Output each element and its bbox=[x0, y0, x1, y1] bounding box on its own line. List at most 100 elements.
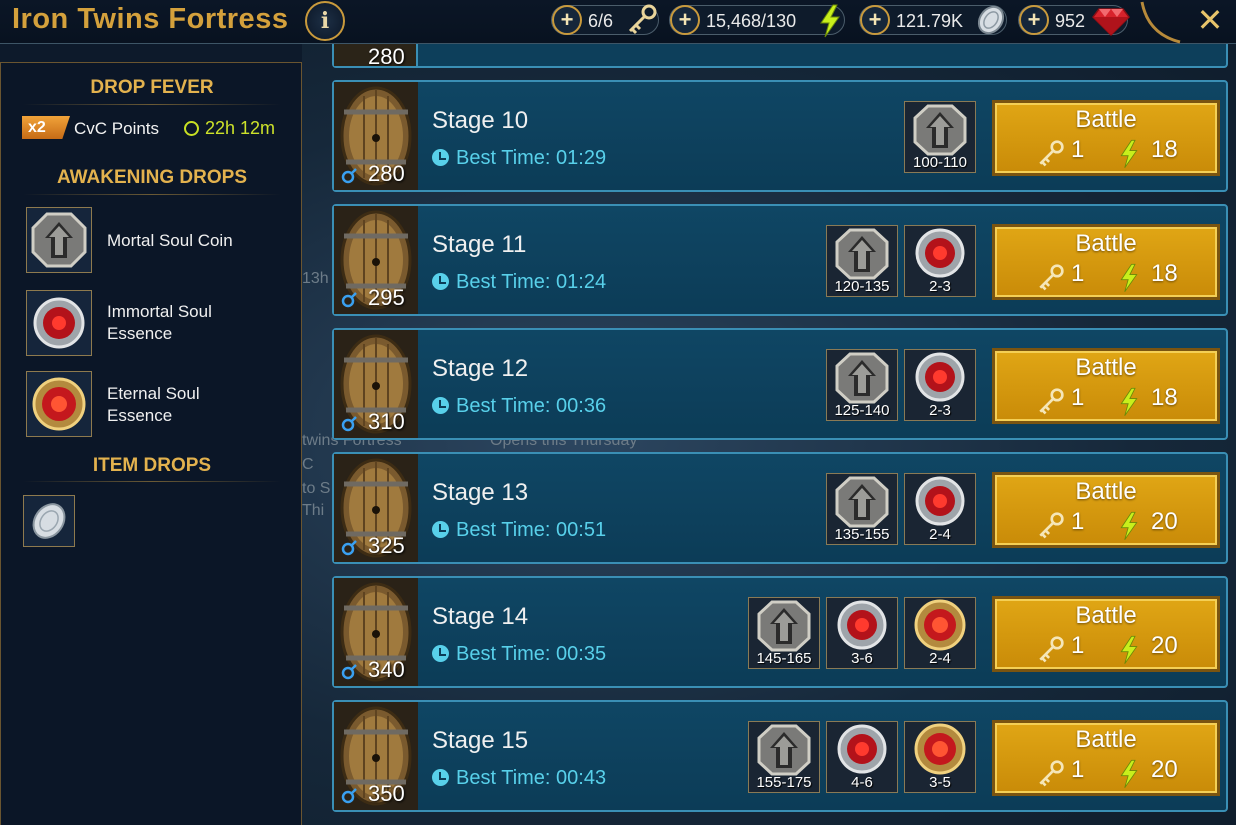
info-button[interactable]: i bbox=[305, 1, 345, 41]
boss-level: 350 bbox=[368, 781, 405, 806]
battle-label: Battle bbox=[1075, 106, 1137, 133]
drop-quantity: 2-4 bbox=[929, 650, 951, 667]
add-keys-button[interactable]: + bbox=[552, 5, 582, 35]
immortal-soul-essence-label: Immortal Soul Essence bbox=[107, 301, 212, 345]
affinity-icon bbox=[341, 788, 357, 804]
corner-ornament-icon bbox=[1140, 1, 1181, 44]
resource-keys: + 6/6 bbox=[551, 4, 659, 35]
item-frame bbox=[26, 371, 92, 437]
battle-button[interactable]: Battle 1 18 bbox=[992, 100, 1220, 176]
energy-bolt-icon bbox=[1117, 262, 1141, 299]
drop-quantity: 135-155 bbox=[834, 526, 890, 543]
mortal-soul-coin-drop[interactable]: 120-135 bbox=[826, 225, 898, 297]
immortal-soul-essence-item[interactable] bbox=[26, 290, 92, 356]
mortal-soul-coin-drop[interactable]: 100-110 bbox=[904, 101, 976, 173]
immortal-soul-essence-drop[interactable]: 4-6 bbox=[826, 721, 898, 793]
mortal-soul-coin-drop[interactable]: 145-165 bbox=[748, 597, 820, 669]
add-gems-button[interactable]: + bbox=[1019, 5, 1049, 35]
clock-icon bbox=[432, 273, 449, 290]
eternal-soul-essence-drop[interactable]: 3-5 bbox=[904, 721, 976, 793]
item-name-line: Mortal Soul Coin bbox=[107, 231, 233, 250]
stage-card: 295 Stage 11 Best Time: 01:24 120-135 2-3 Bat… bbox=[332, 204, 1228, 316]
immortal-soul-essence-drop[interactable]: 3-6 bbox=[826, 597, 898, 669]
multiplier-badge: x2 bbox=[22, 116, 70, 139]
drops-panel: DROP FEVER x2 CvC Points 22h 12m AWAKENI… bbox=[0, 62, 302, 825]
mortal-soul-coin-drop[interactable]: 135-155 bbox=[826, 473, 898, 545]
energy-bolt-icon bbox=[1117, 386, 1141, 423]
boss-portrait: 325 bbox=[334, 454, 418, 562]
battle-label: Battle bbox=[1075, 354, 1137, 381]
energy-bolt-icon bbox=[1117, 758, 1141, 795]
silver-drop-item[interactable] bbox=[23, 495, 75, 547]
drop-quantity: 100-110 bbox=[913, 154, 967, 171]
eternal-soul-essence-drop[interactable]: 2-4 bbox=[904, 597, 976, 669]
immortal-soul-essence-drop[interactable]: 2-3 bbox=[904, 225, 976, 297]
clock-icon bbox=[432, 645, 449, 662]
add-energy-button[interactable]: + bbox=[670, 5, 700, 35]
mortal-soul-coin-label: Mortal Soul Coin bbox=[107, 230, 233, 252]
item-name-line: Essence bbox=[107, 406, 173, 425]
key-cost: 1 bbox=[1071, 384, 1085, 411]
stage-name: Stage 11 bbox=[432, 231, 527, 258]
battle-button[interactable]: Battle 1 20 bbox=[992, 472, 1220, 548]
fever-timer: 22h 12m bbox=[205, 118, 276, 138]
drop-quantity: 2-3 bbox=[929, 402, 951, 419]
resource-gems: + 952 bbox=[1018, 5, 1130, 37]
best-time: Best Time: 00:36 bbox=[456, 395, 607, 417]
key-icon bbox=[1035, 263, 1065, 298]
battle-label: Battle bbox=[1075, 726, 1137, 753]
immortal-soul-essence-drop[interactable]: 2-4 bbox=[904, 473, 976, 545]
battle-button[interactable]: Battle 1 18 bbox=[992, 348, 1220, 424]
energy-bolt-icon bbox=[820, 4, 840, 38]
energy-cost: 18 bbox=[1151, 384, 1178, 411]
clock-icon bbox=[184, 121, 199, 136]
mortal-soul-coin-item[interactable] bbox=[26, 207, 92, 273]
silver-coin-icon bbox=[32, 503, 66, 539]
stage-card: 340 Stage 14 Best Time: 00:35 145-165 3-6 2-4… bbox=[332, 576, 1228, 688]
energy-cost: 20 bbox=[1151, 756, 1178, 783]
drop-quantity: 2-3 bbox=[929, 278, 951, 295]
best-time: Best Time: 00:35 bbox=[456, 643, 607, 665]
immortal-soul-essence-drop[interactable]: 2-3 bbox=[904, 349, 976, 421]
drop-fever-heading: DROP FEVER bbox=[90, 77, 214, 98]
drop-quantity: 155-175 bbox=[756, 774, 812, 791]
stage-name: Stage 12 bbox=[432, 355, 529, 382]
eternal-soul-essence-label: Eternal Soul Essence bbox=[107, 383, 200, 427]
affinity-icon bbox=[341, 168, 357, 184]
resource-silver: + 121.79K bbox=[859, 5, 1007, 35]
bg-text-fragment: 13h bbox=[302, 270, 329, 287]
stage-name: Stage 14 bbox=[432, 603, 529, 630]
bg-text-fragment: to S bbox=[302, 480, 331, 497]
divider bbox=[23, 104, 281, 105]
add-silver-button[interactable]: + bbox=[860, 5, 890, 35]
stage-card: 310 Stage 12 Best Time: 00:36 125-140 2-3 Bat… bbox=[332, 328, 1228, 440]
bg-text-fragment: C bbox=[302, 456, 314, 473]
clock-icon bbox=[432, 149, 449, 166]
battle-label: Battle bbox=[1075, 230, 1137, 257]
boss-portrait: 340 bbox=[334, 578, 418, 686]
affinity-icon bbox=[341, 416, 357, 432]
battle-label: Battle bbox=[1075, 602, 1137, 629]
drop-quantity: 3-6 bbox=[851, 650, 873, 667]
item-frame bbox=[26, 290, 92, 356]
divider bbox=[23, 194, 281, 195]
mortal-soul-coin-drop[interactable]: 155-175 bbox=[748, 721, 820, 793]
energy-bolt-icon bbox=[1117, 510, 1141, 547]
best-time: Best Time: 00:43 bbox=[456, 767, 607, 789]
energy-bolt-icon bbox=[1117, 634, 1141, 671]
mortal-soul-coin-drop[interactable]: 125-140 bbox=[826, 349, 898, 421]
clock-icon bbox=[432, 397, 449, 414]
battle-button[interactable]: Battle 1 18 bbox=[992, 224, 1220, 300]
item-frame bbox=[26, 207, 92, 273]
drop-quantity: 145-165 bbox=[756, 650, 812, 667]
clock-icon bbox=[432, 521, 449, 538]
battle-button[interactable]: Battle 1 20 bbox=[992, 720, 1220, 796]
close-button[interactable]: ✕ bbox=[1192, 2, 1228, 38]
boss-portrait: 350 bbox=[334, 702, 418, 810]
drop-quantity: 4-6 bbox=[851, 774, 873, 791]
battle-button[interactable]: Battle 1 20 bbox=[992, 596, 1220, 672]
key-icon bbox=[1035, 635, 1065, 670]
boss-portrait: 310 bbox=[334, 330, 418, 438]
stage-card: 280 Stage 10 Best Time: 01:29 100-110 Battle… bbox=[332, 80, 1228, 192]
eternal-soul-essence-item[interactable] bbox=[26, 371, 92, 437]
